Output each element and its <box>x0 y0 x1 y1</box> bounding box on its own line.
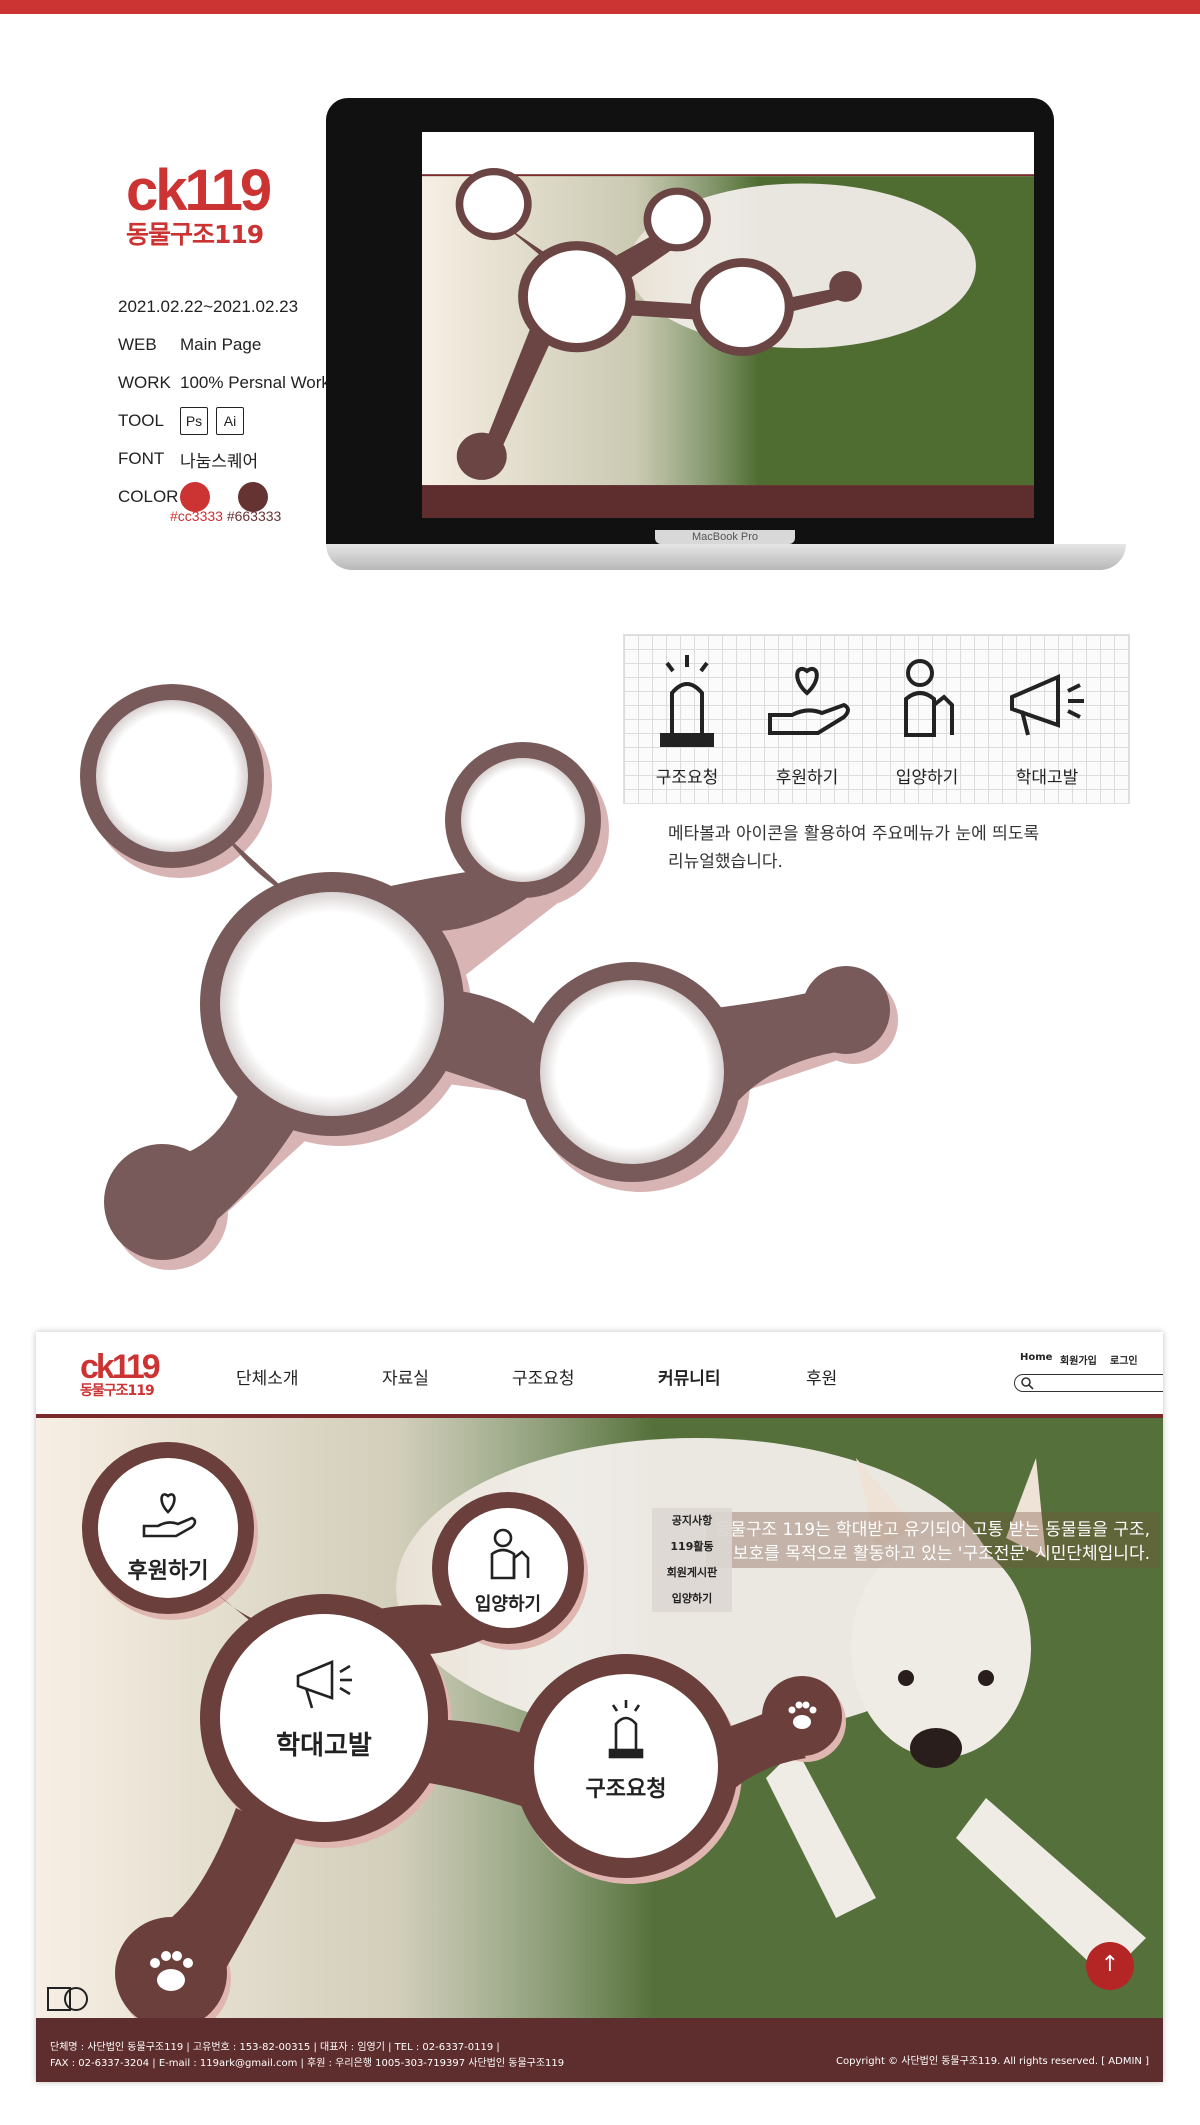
color-hex-red: #cc3333 <box>170 508 223 524</box>
icon-item-rescue <box>632 635 742 759</box>
hero-section: 후원하기 입양하기 학대고발 구조요청 동물구조 119는 학대받고 유기되어 … <box>36 1418 1163 2018</box>
design-description: 메타볼과 아이콘을 활용하여 주요메뉴가 눈에 띄도록 리뉴얼했습니다. <box>668 820 1108 876</box>
info-row-font: FONT 나눔스퀘어 <box>118 440 358 478</box>
laptop-screen-preview <box>422 132 1034 518</box>
font-value: 나눔스퀘어 <box>180 451 259 471</box>
person-cat-icon <box>904 659 954 737</box>
search-input[interactable] <box>1014 1374 1163 1392</box>
site-header: ck119 동물구조119 단체소개 자료실 구조요청 커뮤니티 후원 Home… <box>36 1332 1163 1414</box>
icon-item-report <box>992 635 1102 759</box>
icon-label-report: 학대고발 <box>1015 768 1079 788</box>
site-logo-text: ck119 <box>80 1348 161 1386</box>
icon-item-adopt <box>872 635 982 759</box>
web-label: WEB <box>118 335 157 354</box>
color-hex-brown: #663333 <box>226 508 282 524</box>
heart-hand-icon <box>768 667 850 735</box>
footer-line-2: FAX : 02-6337-3204 | E-mail : 119ark@gma… <box>50 2058 565 2069</box>
icon-grid-panel: 구조요청 후원하기 입양하기 학대고발 <box>623 634 1130 804</box>
color-hex-values: #cc3333 #663333 <box>170 508 281 524</box>
color-label: COLOR <box>118 487 179 506</box>
laptop-model-label: MacBook Pro <box>655 530 795 544</box>
project-date: 2021.02.22~2021.02.23 <box>118 297 299 316</box>
hero-tagline-line-2: 보호를 목적으로 활동하고 있는 '구조전문' 시민단체입니다. <box>732 1544 1150 1564</box>
font-label: FONT <box>118 449 165 468</box>
web-value: Main Page <box>180 335 262 354</box>
megaphone-icon <box>1010 673 1084 736</box>
info-row-tool: TOOL Ps Ai <box>118 402 358 440</box>
nav-item-rescue[interactable]: 구조요청 <box>512 1364 575 1389</box>
work-value: 100% Persnal Work <box>180 373 330 392</box>
hero-tagline: 동물구조 119는 학대받고 유기되어 고통 받는 동물들을 구조, 보호를 목… <box>706 1512 1160 1568</box>
info-row-work: WORK 100% Persnal Work <box>118 364 358 402</box>
laptop-screen <box>422 132 1034 518</box>
footer-copyright: Copyright © 사단법인 동물구조119. All rights res… <box>836 2056 1149 2067</box>
top-link-login[interactable]: 로그인 <box>1110 1352 1138 1367</box>
hero-tagline-line-1: 동물구조 119는 학대받고 유기되어 고통 받는 동물들을 구조, <box>714 1520 1150 1540</box>
dropdown-item-board[interactable]: 회원게시판 <box>652 1560 732 1586</box>
top-link-join[interactable]: 회원가입 <box>1060 1352 1097 1367</box>
hero-rescue-button[interactable] <box>534 1674 718 1858</box>
icon-label-donate: 후원하기 <box>775 768 839 788</box>
icon-item-donate <box>752 635 862 759</box>
description-line-1: 메타볼과 아이콘을 활용하여 주요메뉴가 눈에 띄도록 <box>668 824 1040 844</box>
website-main-page: ck119 동물구조119 단체소개 자료실 구조요청 커뮤니티 후원 Home… <box>36 1332 1163 2082</box>
illustrator-badge: Ai <box>216 407 244 435</box>
search-icon <box>1021 1377 1034 1390</box>
footer-line-1: 단체명 : 사단법인 동물구조119 | 고유번호 : 153-82-00315… <box>50 2042 500 2053</box>
site-logo[interactable]: ck119 동물구조119 <box>80 1348 161 1399</box>
info-row-web: WEB Main Page <box>118 326 358 364</box>
nav-item-donate[interactable]: 후원 <box>806 1364 837 1389</box>
dropdown-item-activity[interactable]: 119활동 <box>652 1534 732 1560</box>
dropdown-item-adopt[interactable]: 입양하기 <box>652 1586 732 1612</box>
nav-item-archive[interactable]: 자료실 <box>382 1364 429 1389</box>
dropdown-item-notice[interactable]: 공지사항 <box>652 1508 732 1534</box>
description-line-2: 리뉴얼했습니다. <box>668 852 783 872</box>
hero-donate-button[interactable] <box>98 1458 238 1598</box>
project-info: 2021.02.22~2021.02.23 WEB Main Page WORK… <box>118 288 358 516</box>
nav-item-about[interactable]: 단체소개 <box>236 1364 299 1389</box>
top-link-home[interactable]: Home <box>1020 1352 1052 1363</box>
site-logo-korean: 동물구조119 <box>80 1383 155 1399</box>
nav-item-community[interactable]: 커뮤니티 <box>658 1364 721 1389</box>
scroll-to-top-button[interactable]: ↑ <box>1086 1942 1134 1990</box>
site-footer: 단체명 : 사단법인 동물구조119 | 고유번호 : 153-82-00315… <box>36 2018 1163 2082</box>
hero-adopt-button[interactable] <box>448 1508 568 1628</box>
tool-label: TOOL <box>118 411 164 430</box>
hero-report-button[interactable] <box>220 1614 428 1822</box>
icon-label-adopt: 입양하기 <box>895 768 959 788</box>
logo-text: ck119 <box>126 158 272 223</box>
top-accent-bar <box>0 0 1200 14</box>
community-dropdown: 공지사항 119활동 회원게시판 입양하기 <box>652 1508 732 1612</box>
work-label: WORK <box>118 373 171 392</box>
siren-icon <box>660 655 714 747</box>
photoshop-badge: Ps <box>180 407 208 435</box>
laptop-base <box>326 544 1126 570</box>
icon-label-rescue: 구조요청 <box>655 768 719 788</box>
logo-korean: 동물구조119 <box>126 220 264 249</box>
brand-logo: ck119 동물구조119 <box>126 158 272 249</box>
